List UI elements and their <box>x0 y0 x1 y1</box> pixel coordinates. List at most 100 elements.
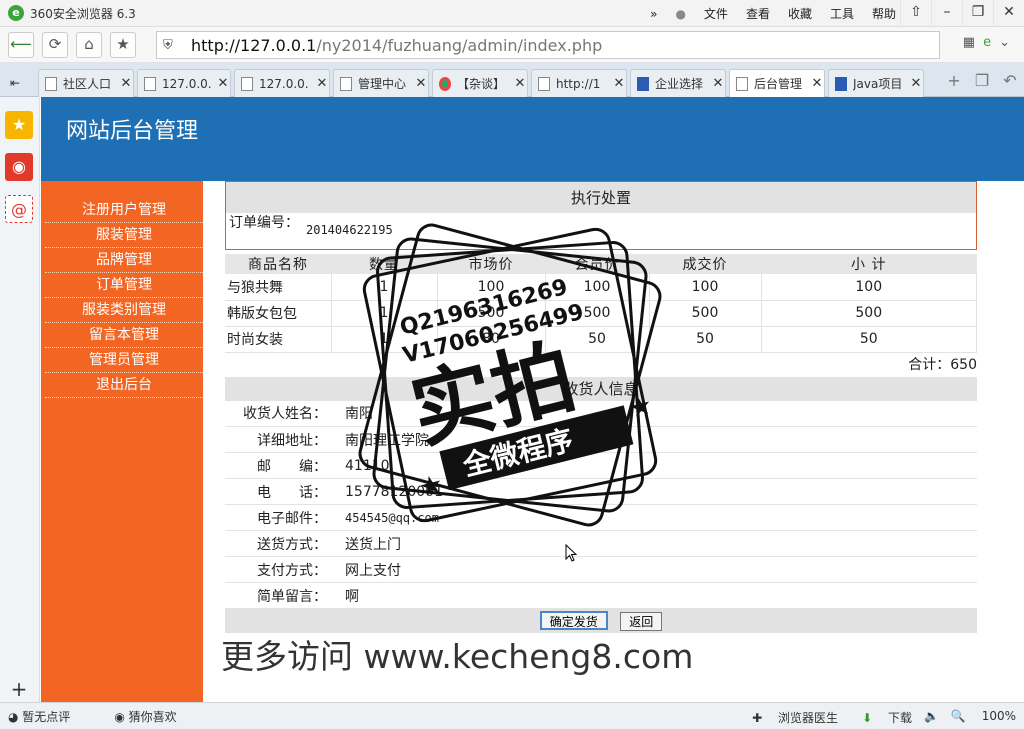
col-member-price: 会员价 <box>545 254 649 274</box>
page-icon <box>538 76 550 91</box>
menu-view[interactable]: 查看 <box>746 5 770 22</box>
table-row: 电子邮件： 454545@qq.com <box>225 504 977 531</box>
tab-5[interactable]: http://1 ✕ <box>531 69 627 97</box>
pin-icon[interactable]: ⇧ <box>900 0 931 27</box>
speaker-icon[interactable]: 🔈 <box>924 709 939 726</box>
table-row: 收货人姓名： 南阳 <box>225 400 977 427</box>
menu-chevron-icon[interactable]: » <box>650 7 657 21</box>
tab-6[interactable]: 企业选择 ✕ <box>630 69 726 97</box>
shield-icon: ⛨ <box>163 37 173 53</box>
tab-close-icon[interactable]: ✕ <box>909 76 923 91</box>
mail-icon[interactable]: @ <box>5 195 33 223</box>
order-number-value: 201404622195 <box>306 223 393 237</box>
nav-clothing-management[interactable]: 服装管理 <box>45 223 203 248</box>
menu-favorites[interactable]: 收藏 <box>788 5 812 22</box>
tab-close-icon[interactable]: ✕ <box>513 76 527 91</box>
tab-close-icon[interactable]: ✕ <box>612 76 626 91</box>
chevron-down-icon[interactable]: ⌄ <box>999 35 1010 50</box>
weibo-icon[interactable]: ◉ <box>5 153 33 181</box>
tab-4[interactable]: 【杂谈】 ✕ <box>432 69 528 97</box>
favorites-star-icon[interactable]: ★ <box>5 111 33 139</box>
undo-close-icon[interactable]: ↶ <box>996 69 1024 95</box>
status-bar: ◕ 暂无点评 ◉ 猜你喜欢 ✚ 浏览器医生 ⬇ 下载 🔈 🔍 100% <box>0 702 1024 729</box>
tab-0[interactable]: 社区人口 ✕ <box>38 69 134 97</box>
menu-tools[interactable]: 工具 <box>830 5 854 22</box>
nav-user-management[interactable]: 注册用户管理 <box>45 198 203 223</box>
confirm-ship-button[interactable]: 确定发货 <box>539 611 608 630</box>
left-rail: ★ ◉ @ + <box>0 97 40 702</box>
add-icon[interactable]: + <box>5 675 33 703</box>
page-icon <box>45 76 57 91</box>
page-content: 网站后台管理 注册用户管理 服装管理 品牌管理 订单管理 服装类别管理 留言本管… <box>41 97 1024 702</box>
tab-close-icon[interactable]: ✕ <box>414 76 428 91</box>
zoom-level[interactable]: 🔍 100% <box>951 709 1016 726</box>
paw-icon <box>637 76 649 91</box>
receiver-section-title: 收货人信息 <box>225 376 977 401</box>
tab-close-icon[interactable]: ✕ <box>315 76 329 91</box>
restore-button[interactable]: ❐ <box>962 0 993 27</box>
site-title: 网站后台管理 <box>66 119 199 144</box>
col-subtotal: 小 计 <box>761 254 977 274</box>
url-text: http://127.0.0.1/ny2014/fuzhuang/admin/i… <box>191 35 603 55</box>
nav-admin-management[interactable]: 管理员管理 <box>45 348 203 373</box>
page-icon <box>144 76 156 91</box>
refresh-button[interactable]: ⟳ <box>42 31 68 58</box>
chrome-icon <box>439 76 451 91</box>
table-row: 支付方式： 网上支付 <box>225 556 977 583</box>
qr-code-icon[interactable]: ▦ <box>963 35 975 50</box>
address-bar[interactable]: ⛨ http://127.0.0.1/ny2014/fuzhuang/admin… <box>156 31 940 59</box>
tab-tools: + ❐ ↶ <box>940 69 1024 95</box>
order-detail: 执行处置 订单编号： 201404622195 商品名称 数量 市场价 会员价 … <box>225 181 977 633</box>
tab-close-icon[interactable]: ✕ <box>711 76 725 91</box>
menu-bar: » ● 文件 查看 收藏 工具 帮助 <box>632 0 896 27</box>
home-button[interactable]: ⌂ <box>76 31 102 58</box>
favorite-star-button[interactable]: ★ <box>110 31 136 58</box>
nav-logout[interactable]: 退出后台 <box>45 373 203 398</box>
goods-table: 商品名称 数量 市场价 会员价 成交价 小 计 与狼共舞 1 100 100 1… <box>225 254 977 353</box>
table-row: 与狼共舞 1 100 100 100 100 <box>225 274 977 301</box>
tab-close-icon[interactable]: ✕ <box>810 76 824 91</box>
tab-2[interactable]: 127.0.0. ✕ <box>234 69 330 97</box>
tab-8[interactable]: Java项目 ✕ <box>828 69 924 97</box>
tab-7-active[interactable]: 后台管理 ✕ <box>729 69 825 97</box>
browser-logo-icon: e <box>8 5 24 21</box>
tab-close-icon[interactable]: ✕ <box>119 76 133 91</box>
close-button[interactable]: ✕ <box>993 0 1024 27</box>
goods-header-row: 商品名称 数量 市场价 会员价 成交价 小 计 <box>225 254 977 274</box>
tab-3[interactable]: 管理中心 ✕ <box>333 69 429 97</box>
tab-list-icon[interactable]: ❐ <box>968 69 996 95</box>
mouse-cursor-icon <box>565 544 577 562</box>
admin-sidebar: 注册用户管理 服装管理 品牌管理 订单管理 服装类别管理 留言本管理 管理员管理… <box>41 181 203 702</box>
menu-user-icon[interactable]: ● <box>675 7 685 21</box>
ie-mode-icon[interactable]: e <box>983 35 991 50</box>
table-row: 邮 编： 41110 <box>225 452 977 479</box>
site-header: 网站后台管理 <box>41 97 1024 181</box>
browser-doctor[interactable]: ✚ 浏览器医生 <box>752 709 838 726</box>
minimize-button[interactable]: – <box>931 0 962 27</box>
table-row: 详细地址： 南阳理工学院 <box>225 426 977 453</box>
tab-close-icon[interactable]: ✕ <box>216 76 230 91</box>
table-row: 电 话： 15778120001 <box>225 478 977 505</box>
nav-order-management[interactable]: 订单管理 <box>45 273 203 298</box>
back-button[interactable]: 返回 <box>620 612 663 631</box>
order-number-row: 订单编号： 201404622195 <box>225 213 977 250</box>
menu-file[interactable]: 文件 <box>704 5 728 22</box>
table-row: 简单留言：啊 <box>225 582 977 609</box>
download-status[interactable]: ⬇ 下载 <box>850 709 912 726</box>
section-title: 执行处置 <box>225 181 977 213</box>
back-button[interactable]: ⟵ <box>8 31 34 58</box>
nav-brand-management[interactable]: 品牌管理 <box>45 248 203 273</box>
order-total: 合计：650 <box>908 356 977 373</box>
nav-guestbook-management[interactable]: 留言本管理 <box>45 323 203 348</box>
address-tools: ▦ e ⌄ <box>955 35 1010 50</box>
sidebar-toggle-icon[interactable]: ⇤ <box>4 69 34 97</box>
page-icon <box>241 76 253 91</box>
menu-help[interactable]: 帮助 <box>872 5 896 22</box>
receiver-table: 收货人姓名： 南阳 详细地址： 南阳理工学院 邮 编： 41110 电 话： 15778… <box>225 400 977 609</box>
nav-category-management[interactable]: 服装类别管理 <box>45 298 203 323</box>
status-rating[interactable]: ◕ 暂无点评 <box>8 708 92 725</box>
new-tab-icon[interactable]: + <box>940 69 968 95</box>
status-recommend[interactable]: ◉ 猜你喜欢 <box>114 708 198 725</box>
order-number-label: 订单编号： <box>229 215 299 231</box>
tab-1[interactable]: 127.0.0. ✕ <box>137 69 231 97</box>
